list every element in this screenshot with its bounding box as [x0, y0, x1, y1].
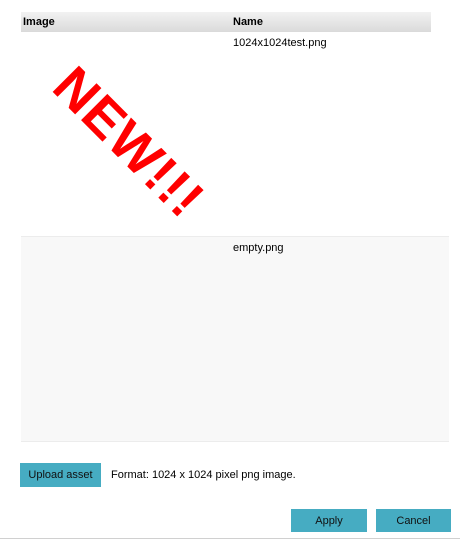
table-row[interactable]: NEW!!! 1024x1024test.png — [21, 32, 449, 237]
image-thumbnail: NEW!!! — [21, 32, 221, 232]
table-header: Image Name — [21, 12, 431, 32]
upload-asset-button[interactable]: Upload asset — [20, 463, 101, 487]
asset-table: Image Name NEW!!! 1024x1024test.png empt… — [21, 12, 449, 442]
table-row[interactable]: empty.png — [21, 237, 449, 442]
image-column-header: Image — [23, 16, 55, 28]
file-name: empty.png — [233, 242, 284, 254]
file-name: 1024x1024test.png — [233, 37, 327, 49]
upload-area: Upload asset Format: 1024 x 1024 pixel p… — [20, 463, 440, 489]
new-badge-text: NEW!!! — [42, 55, 216, 229]
cancel-button[interactable]: Cancel — [376, 509, 451, 532]
name-column-header: Name — [233, 16, 263, 28]
format-note: Format: 1024 x 1024 pixel png image. — [111, 469, 296, 481]
asset-dialog: Image Name NEW!!! 1024x1024test.png empt… — [0, 0, 460, 541]
apply-button[interactable]: Apply — [291, 509, 367, 532]
divider — [0, 538, 460, 539]
new-badge-image: NEW!!! — [42, 55, 216, 229]
image-thumbnail-empty — [21, 237, 221, 437]
